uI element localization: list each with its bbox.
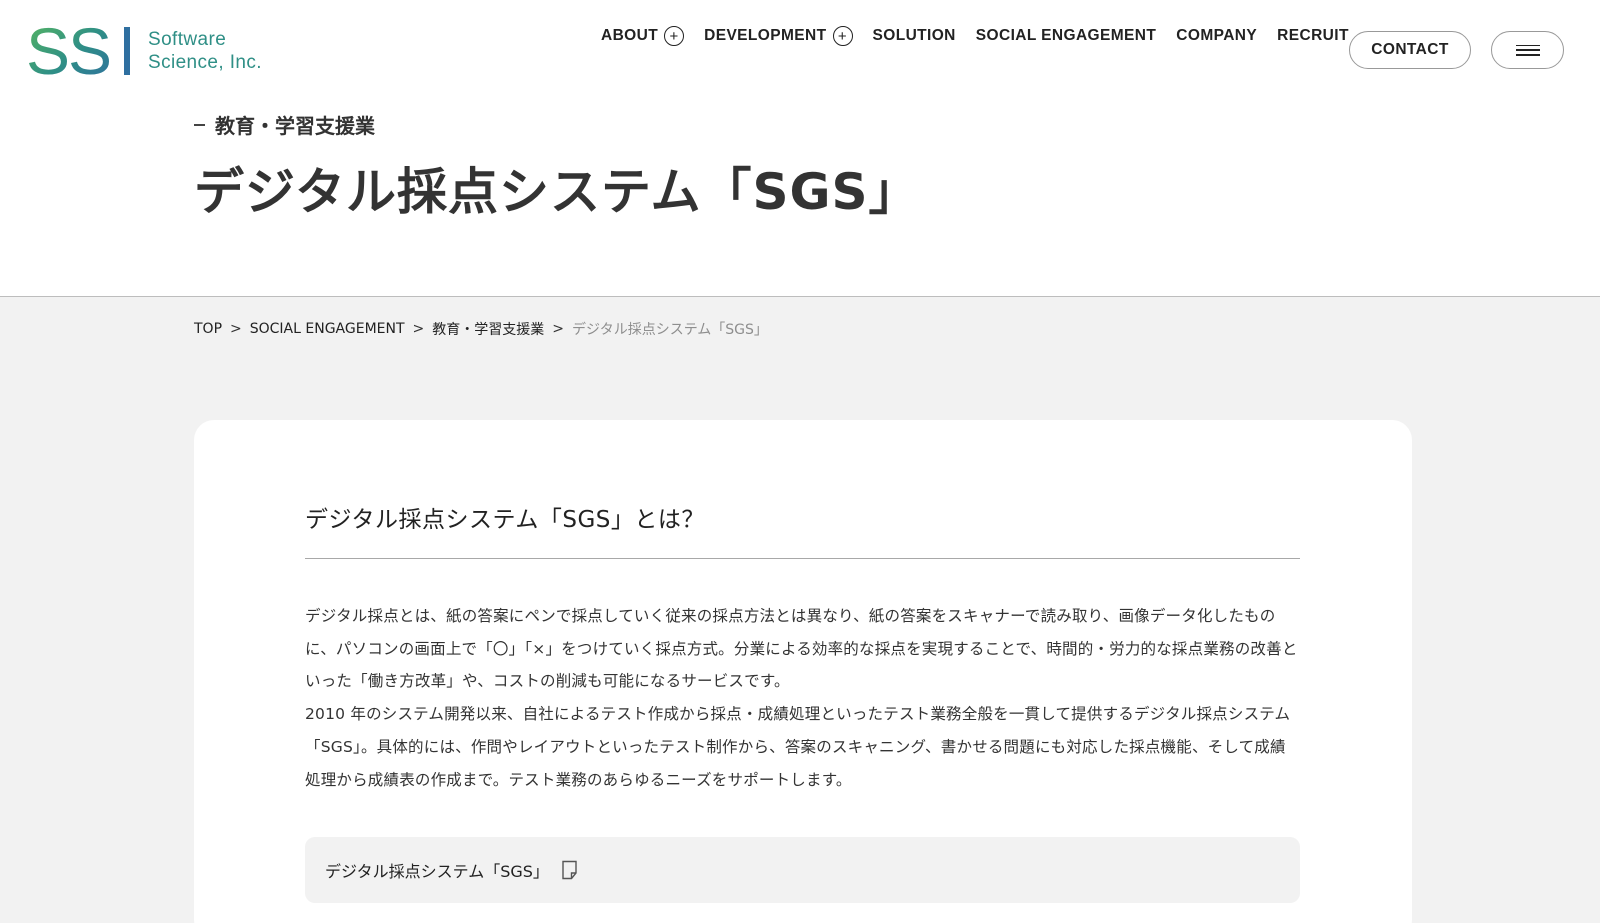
plus-circle-icon: + xyxy=(664,26,685,46)
svg-text:SS: SS xyxy=(26,22,110,80)
contact-button[interactable]: CONTACT xyxy=(1349,31,1471,69)
nav-item-label: RECRUIT xyxy=(1277,27,1349,44)
nav-item-label: DEVELOPMENT xyxy=(704,27,827,44)
sgs-link-box[interactable]: デジタル採点システム「SGS」 xyxy=(305,837,1300,903)
chevron-right-icon: > xyxy=(412,321,425,337)
page-title: デジタル採点システム「SGS」 xyxy=(194,163,920,221)
site-header: SS Software Science, Inc. ABOUT + DEVELO… xyxy=(0,0,1600,297)
nav-item-company[interactable]: COMPANY xyxy=(1176,27,1257,45)
breadcrumb-item-category[interactable]: 教育・学習支援業 xyxy=(432,319,544,339)
company-name-line2: Science, Inc. xyxy=(148,52,262,73)
company-name-line1: Software xyxy=(148,29,227,50)
main-nav: ABOUT + DEVELOPMENT + SOLUTION SOCIAL EN… xyxy=(601,26,1349,46)
menu-button[interactable] xyxy=(1491,31,1564,69)
document-icon xyxy=(562,860,577,880)
company-logo[interactable]: SS Software Science, Inc. xyxy=(26,22,262,80)
heading-divider xyxy=(305,558,1300,559)
nav-item-about[interactable]: ABOUT + xyxy=(601,26,685,46)
breadcrumb-item-current: デジタル採点システム「SGS」 xyxy=(572,322,768,338)
sgs-link-label: デジタル採点システム「SGS」 xyxy=(325,862,549,881)
page-category-label: 教育・学習支援業 xyxy=(215,114,375,138)
nav-item-label: SOCIAL ENGAGEMENT xyxy=(975,27,1157,44)
section-heading: デジタル採点システム「SGS」とは？ xyxy=(305,507,705,533)
page-category: 教育・学習支援業 xyxy=(194,110,375,139)
nav-item-label: COMPANY xyxy=(1176,27,1258,44)
plus-circle-icon: + xyxy=(832,26,853,46)
breadcrumb-item-top[interactable]: TOP xyxy=(194,321,222,337)
section-body: デジタル採点とは、紙の答案にペンで採点していく従来の採点方法とは異なり、紙の答案… xyxy=(305,600,1300,796)
hamburger-icon xyxy=(1515,44,1540,56)
content-card: デジタル採点システム「SGS」とは？ デジタル採点とは、紙の答案にペンで採点して… xyxy=(194,420,1412,923)
dash-icon xyxy=(194,123,205,126)
ssi-logo-icon: SS xyxy=(26,22,130,80)
chevron-right-icon: > xyxy=(552,321,564,337)
nav-item-recruit[interactable]: RECRUIT xyxy=(1277,27,1349,45)
nav-item-label: ABOUT xyxy=(601,27,659,44)
nav-item-label: SOLUTION xyxy=(872,27,956,44)
chevron-right-icon: > xyxy=(230,321,242,337)
breadcrumb: TOP > SOCIAL ENGAGEMENT > 教育・学習支援業 > デジタ… xyxy=(194,319,768,339)
body-paragraph: 2010 年のシステム開発以来、自社によるテスト作成から採点・成績処理といったテ… xyxy=(305,705,1291,789)
breadcrumb-item-social-engagement[interactable]: SOCIAL ENGAGEMENT xyxy=(250,321,405,337)
company-name: Software Science, Inc. xyxy=(148,28,262,74)
nav-item-social-engagement[interactable]: SOCIAL ENGAGEMENT xyxy=(976,27,1156,45)
nav-item-solution[interactable]: SOLUTION xyxy=(873,27,956,45)
body-paragraph: デジタル採点とは、紙の答案にペンで採点していく従来の採点方法とは異なり、紙の答案… xyxy=(305,607,1298,691)
nav-item-development[interactable]: DEVELOPMENT + xyxy=(704,26,853,46)
